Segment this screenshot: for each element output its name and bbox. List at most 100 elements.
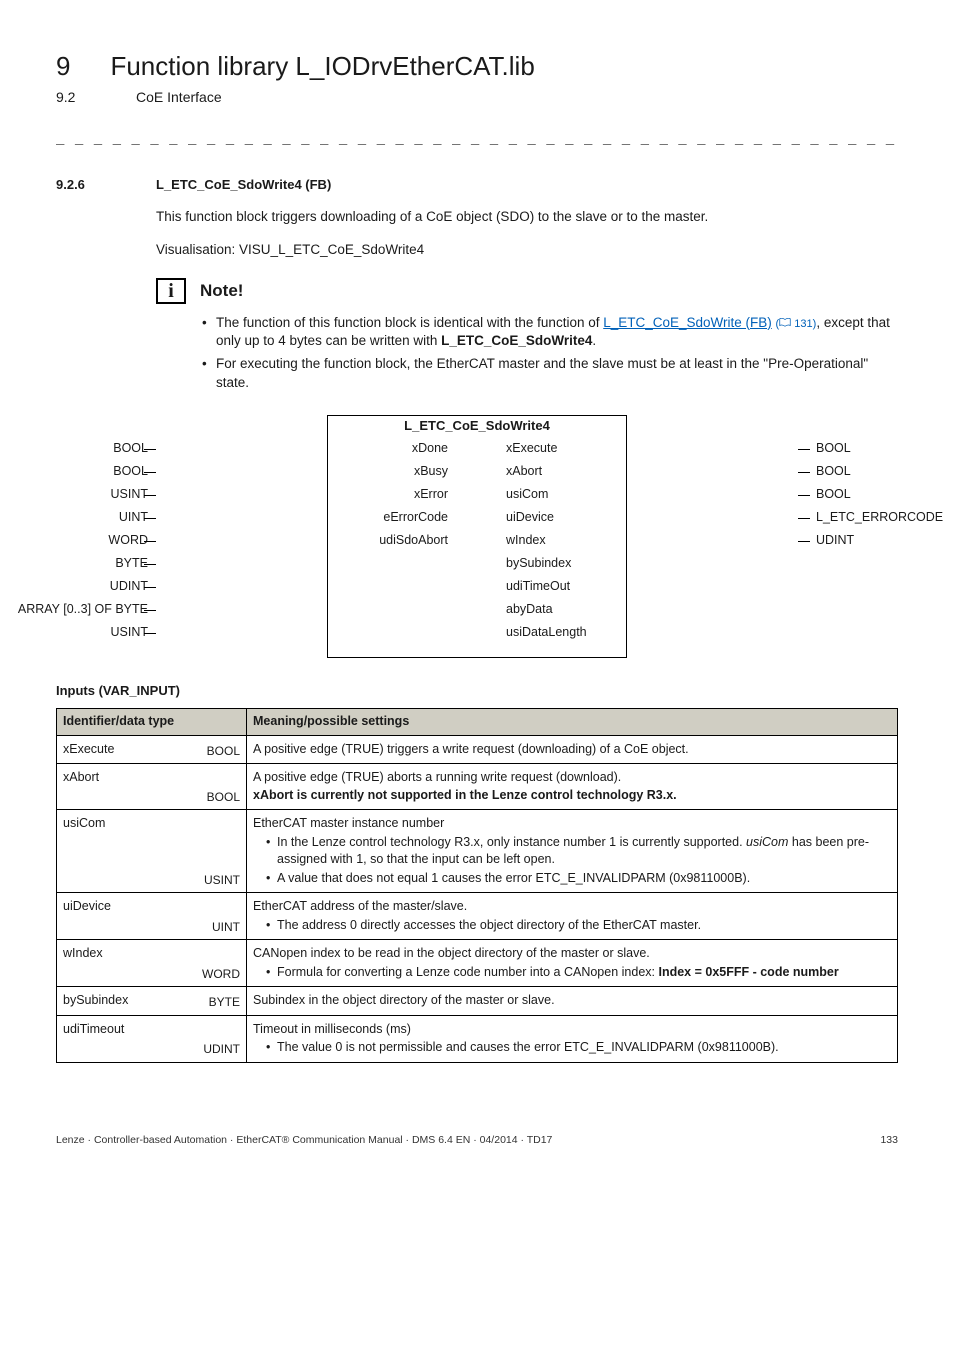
param-name: uiDevice	[63, 898, 240, 916]
param-desc: Subindex in the object directory of the …	[253, 992, 891, 1010]
param-type: BOOL	[207, 789, 240, 806]
table-row: xAbort BOOL A positive edge (TRUE) abort…	[57, 764, 898, 810]
table-row: udiTimeout UDINT Timeout in milliseconds…	[57, 1015, 898, 1062]
page-ref[interactable]: ( 131)	[776, 318, 817, 330]
param-name: udiTimeout	[63, 1021, 240, 1039]
link-sdowrite-fb[interactable]: L_ETC_CoE_SdoWrite (FB)	[603, 315, 772, 330]
param-bullet: In the Lenze control technology R3.x, on…	[266, 834, 891, 869]
fbd-out-name: eErrorCode	[383, 509, 448, 527]
page-ref-number: 131	[794, 318, 812, 330]
chapter-number: 9	[56, 48, 70, 84]
param-type: USINT	[204, 872, 240, 889]
fbd-in-type: USINT	[111, 486, 149, 504]
paragraph-visualisation: Visualisation: VISU_L_ETC_CoE_SdoWrite4	[156, 241, 898, 260]
param-desc: A positive edge (TRUE) triggers a write …	[253, 741, 891, 759]
param-type: UDINT	[203, 1041, 240, 1058]
page-footer: Lenze · Controller-based Automation · Et…	[56, 1133, 898, 1148]
table-row: bySubindex BYTE Subindex in the object d…	[57, 987, 898, 1016]
fbd-block: BOOL xExecute xDone BOOL BOOL xAbort xBu…	[327, 415, 627, 658]
table-row: xExecute BOOL A positive edge (TRUE) tri…	[57, 735, 898, 764]
fbd-out-name: xBusy	[414, 463, 448, 481]
footer-page-number: 133	[880, 1133, 898, 1148]
chapter-title: Function library L_IODrvEtherCAT.lib	[110, 48, 534, 84]
dashed-separator: _ _ _ _ _ _ _ _ _ _ _ _ _ _ _ _ _ _ _ _ …	[56, 128, 898, 148]
fbd-in-name: uiDevice	[506, 509, 554, 527]
param-type: BYTE	[209, 994, 240, 1011]
fbd-in-name: abyData	[506, 601, 553, 619]
fbd-row: UINT uiDevice eErrorCode L_ETC_ERRORCODE	[328, 507, 626, 530]
note-bullet-1: The function of this function block is i…	[202, 314, 898, 352]
page-header-line1: 9 Function library L_IODrvEtherCAT.lib	[56, 48, 898, 84]
fbd-row: WORD wIndex udiSdoAbort UDINT	[328, 530, 626, 553]
info-icon: i	[156, 278, 186, 304]
param-desc: A positive edge (TRUE) aborts a running …	[253, 769, 891, 787]
fbd-out-type: BOOL	[816, 486, 851, 504]
th-identifier: Identifier/data type	[57, 709, 247, 736]
fbd-row: BOOL xAbort xBusy BOOL	[328, 461, 626, 484]
param-type: BOOL	[207, 743, 240, 760]
section-heading-row: 9.2.6 L_ETC_CoE_SdoWrite4 (FB)	[56, 176, 898, 194]
section-header-number: 9.2	[56, 88, 96, 108]
table-row: uiDevice UINT EtherCAT address of the ma…	[57, 893, 898, 940]
param-desc: CANopen index to be read in the object d…	[253, 945, 891, 963]
footer-left: Lenze · Controller-based Automation · Et…	[56, 1133, 552, 1148]
param-desc: Timeout in milliseconds (ms)	[253, 1021, 891, 1039]
fbd-in-type: USINT	[111, 624, 149, 642]
param-bullet: The address 0 directly accesses the obje…	[266, 917, 891, 935]
param-bullet: The value 0 is not permissible and cause…	[266, 1039, 891, 1057]
th-meaning: Meaning/possible settings	[247, 709, 898, 736]
fbd-out-type: BOOL	[816, 463, 851, 481]
param-desc-bold: xAbort is currently not supported in the…	[253, 787, 891, 805]
fbd-in-type: BOOL	[113, 440, 148, 458]
param-type: WORD	[202, 966, 240, 983]
fbd-in-type: WORD	[108, 532, 148, 550]
param-name: xAbort	[63, 769, 240, 787]
fbd-in-name: usiDataLength	[506, 624, 587, 642]
fbd-row: ARRAY [0..3] OF BYTE abyData	[328, 599, 626, 622]
fbd-row: BOOL xExecute xDone BOOL	[328, 438, 626, 461]
fbd-out-type: L_ETC_ERRORCODE	[816, 509, 943, 527]
fbd-out-name: xError	[414, 486, 448, 504]
fbd-out-name: xDone	[412, 440, 448, 458]
fbd-title: L_ETC_CoE_SdoWrite4	[157, 417, 797, 435]
fbd-in-name: udiTimeOut	[506, 578, 570, 596]
book-icon	[779, 318, 791, 327]
fbd-in-name: xAbort	[506, 463, 542, 481]
inputs-table-title: Inputs (VAR_INPUT)	[56, 682, 898, 700]
note-b1-text-a: The function of this function block is i…	[216, 315, 603, 330]
fbd-row: BYTE bySubindex	[328, 553, 626, 576]
fbd-in-name: wIndex	[506, 532, 546, 550]
fbd-in-type: UDINT	[110, 578, 148, 596]
param-desc: EtherCAT master instance number	[253, 815, 891, 833]
fbd-in-type: ARRAY [0..3] OF BYTE	[18, 601, 148, 619]
note-box: i Note! The function of this function bl…	[156, 278, 898, 394]
section-header-title: CoE Interface	[136, 88, 222, 108]
fbd-out-type: UDINT	[816, 532, 854, 550]
section-title: L_ETC_CoE_SdoWrite4 (FB)	[156, 176, 331, 194]
fbd-in-name: xExecute	[506, 440, 557, 458]
param-bullet: Formula for converting a Lenze code numb…	[266, 964, 891, 982]
fbd-row: USINT usiCom xError BOOL	[328, 484, 626, 507]
param-bullet: A value that does not equal 1 causes the…	[266, 870, 891, 888]
function-block-diagram: L_ETC_CoE_SdoWrite4 BOOL xExecute xDone …	[56, 415, 898, 658]
param-name: wIndex	[63, 945, 240, 963]
fbd-in-name: usiCom	[506, 486, 548, 504]
fbd-in-name: bySubindex	[506, 555, 571, 573]
param-type: UINT	[212, 919, 240, 936]
fbd-out-name: udiSdoAbort	[379, 532, 448, 550]
table-row: wIndex WORD CANopen index to be read in …	[57, 940, 898, 987]
note-b1-bold: L_ETC_CoE_SdoWrite4	[441, 333, 592, 348]
param-name: usiCom	[63, 815, 240, 833]
fbd-in-type: BOOL	[113, 463, 148, 481]
param-desc: EtherCAT address of the master/slave.	[253, 898, 891, 916]
fbd-out-type: BOOL	[816, 440, 851, 458]
paragraph-intro: This function block triggers downloading…	[156, 208, 898, 227]
fbd-row: USINT usiDataLength	[328, 622, 626, 645]
inputs-table: Identifier/data type Meaning/possible se…	[56, 708, 898, 1063]
note-b1-text-c: .	[592, 333, 596, 348]
table-row: usiCom USINT EtherCAT master instance nu…	[57, 810, 898, 893]
fbd-row: UDINT udiTimeOut	[328, 576, 626, 599]
note-label: Note!	[200, 279, 243, 303]
page-header-line2: 9.2 CoE Interface	[56, 88, 898, 108]
note-bullet-2: For executing the function block, the Et…	[202, 355, 898, 393]
